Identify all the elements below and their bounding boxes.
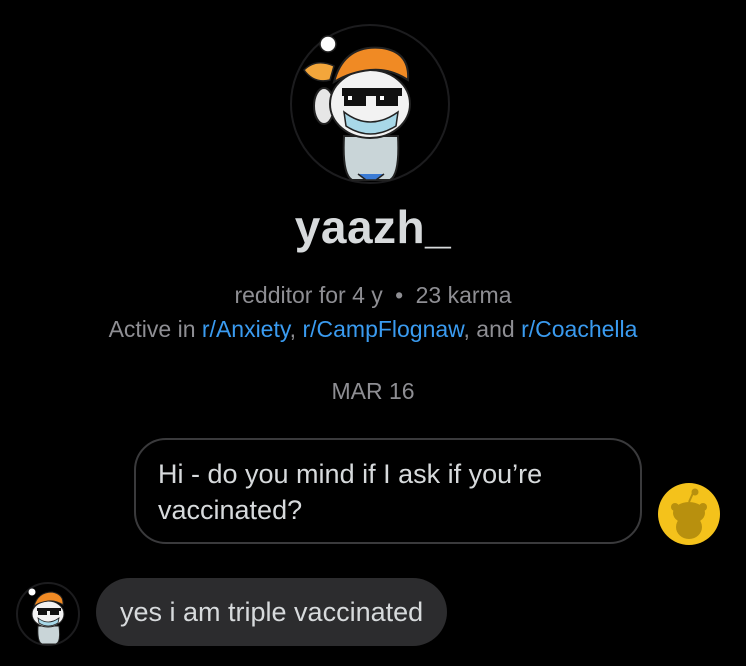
community-link-campflognaw[interactable]: r/CampFlognaw (302, 316, 463, 342)
community-link-anxiety[interactable]: r/Anxiety (202, 316, 290, 342)
profile-username: yaazh_ (294, 201, 452, 253)
chat-date-separator: MAR 16 (331, 378, 415, 404)
tenure-text: redditor for 4 y (234, 282, 383, 308)
profile-meta: redditor for 4 y • 23 karma (0, 282, 746, 309)
active-communities: Active in r/Anxiety, r/CampFlognaw, and … (0, 316, 746, 343)
profile-avatar[interactable] (290, 24, 450, 184)
snoo-sunglasses-mask-avatar-icon (16, 582, 80, 646)
default-yellow-snoo-icon (658, 483, 720, 545)
sender-avatar[interactable] (16, 582, 80, 646)
community-link-coachella[interactable]: r/Coachella (521, 316, 637, 342)
karma-text: 23 karma (415, 282, 512, 308)
message-bubble-outgoing[interactable]: Hi - do you mind if I ask if you’re vacc… (134, 438, 642, 544)
my-avatar[interactable] (658, 483, 720, 545)
active-prefix: Active in (108, 316, 202, 342)
community-comma: , (289, 316, 303, 342)
snoo-sunglasses-mask-avatar-icon (290, 24, 450, 184)
meta-separator: • (395, 282, 404, 308)
community-and: , and (463, 316, 522, 342)
message-bubble-incoming[interactable]: yes i am triple vaccinated (96, 578, 448, 646)
